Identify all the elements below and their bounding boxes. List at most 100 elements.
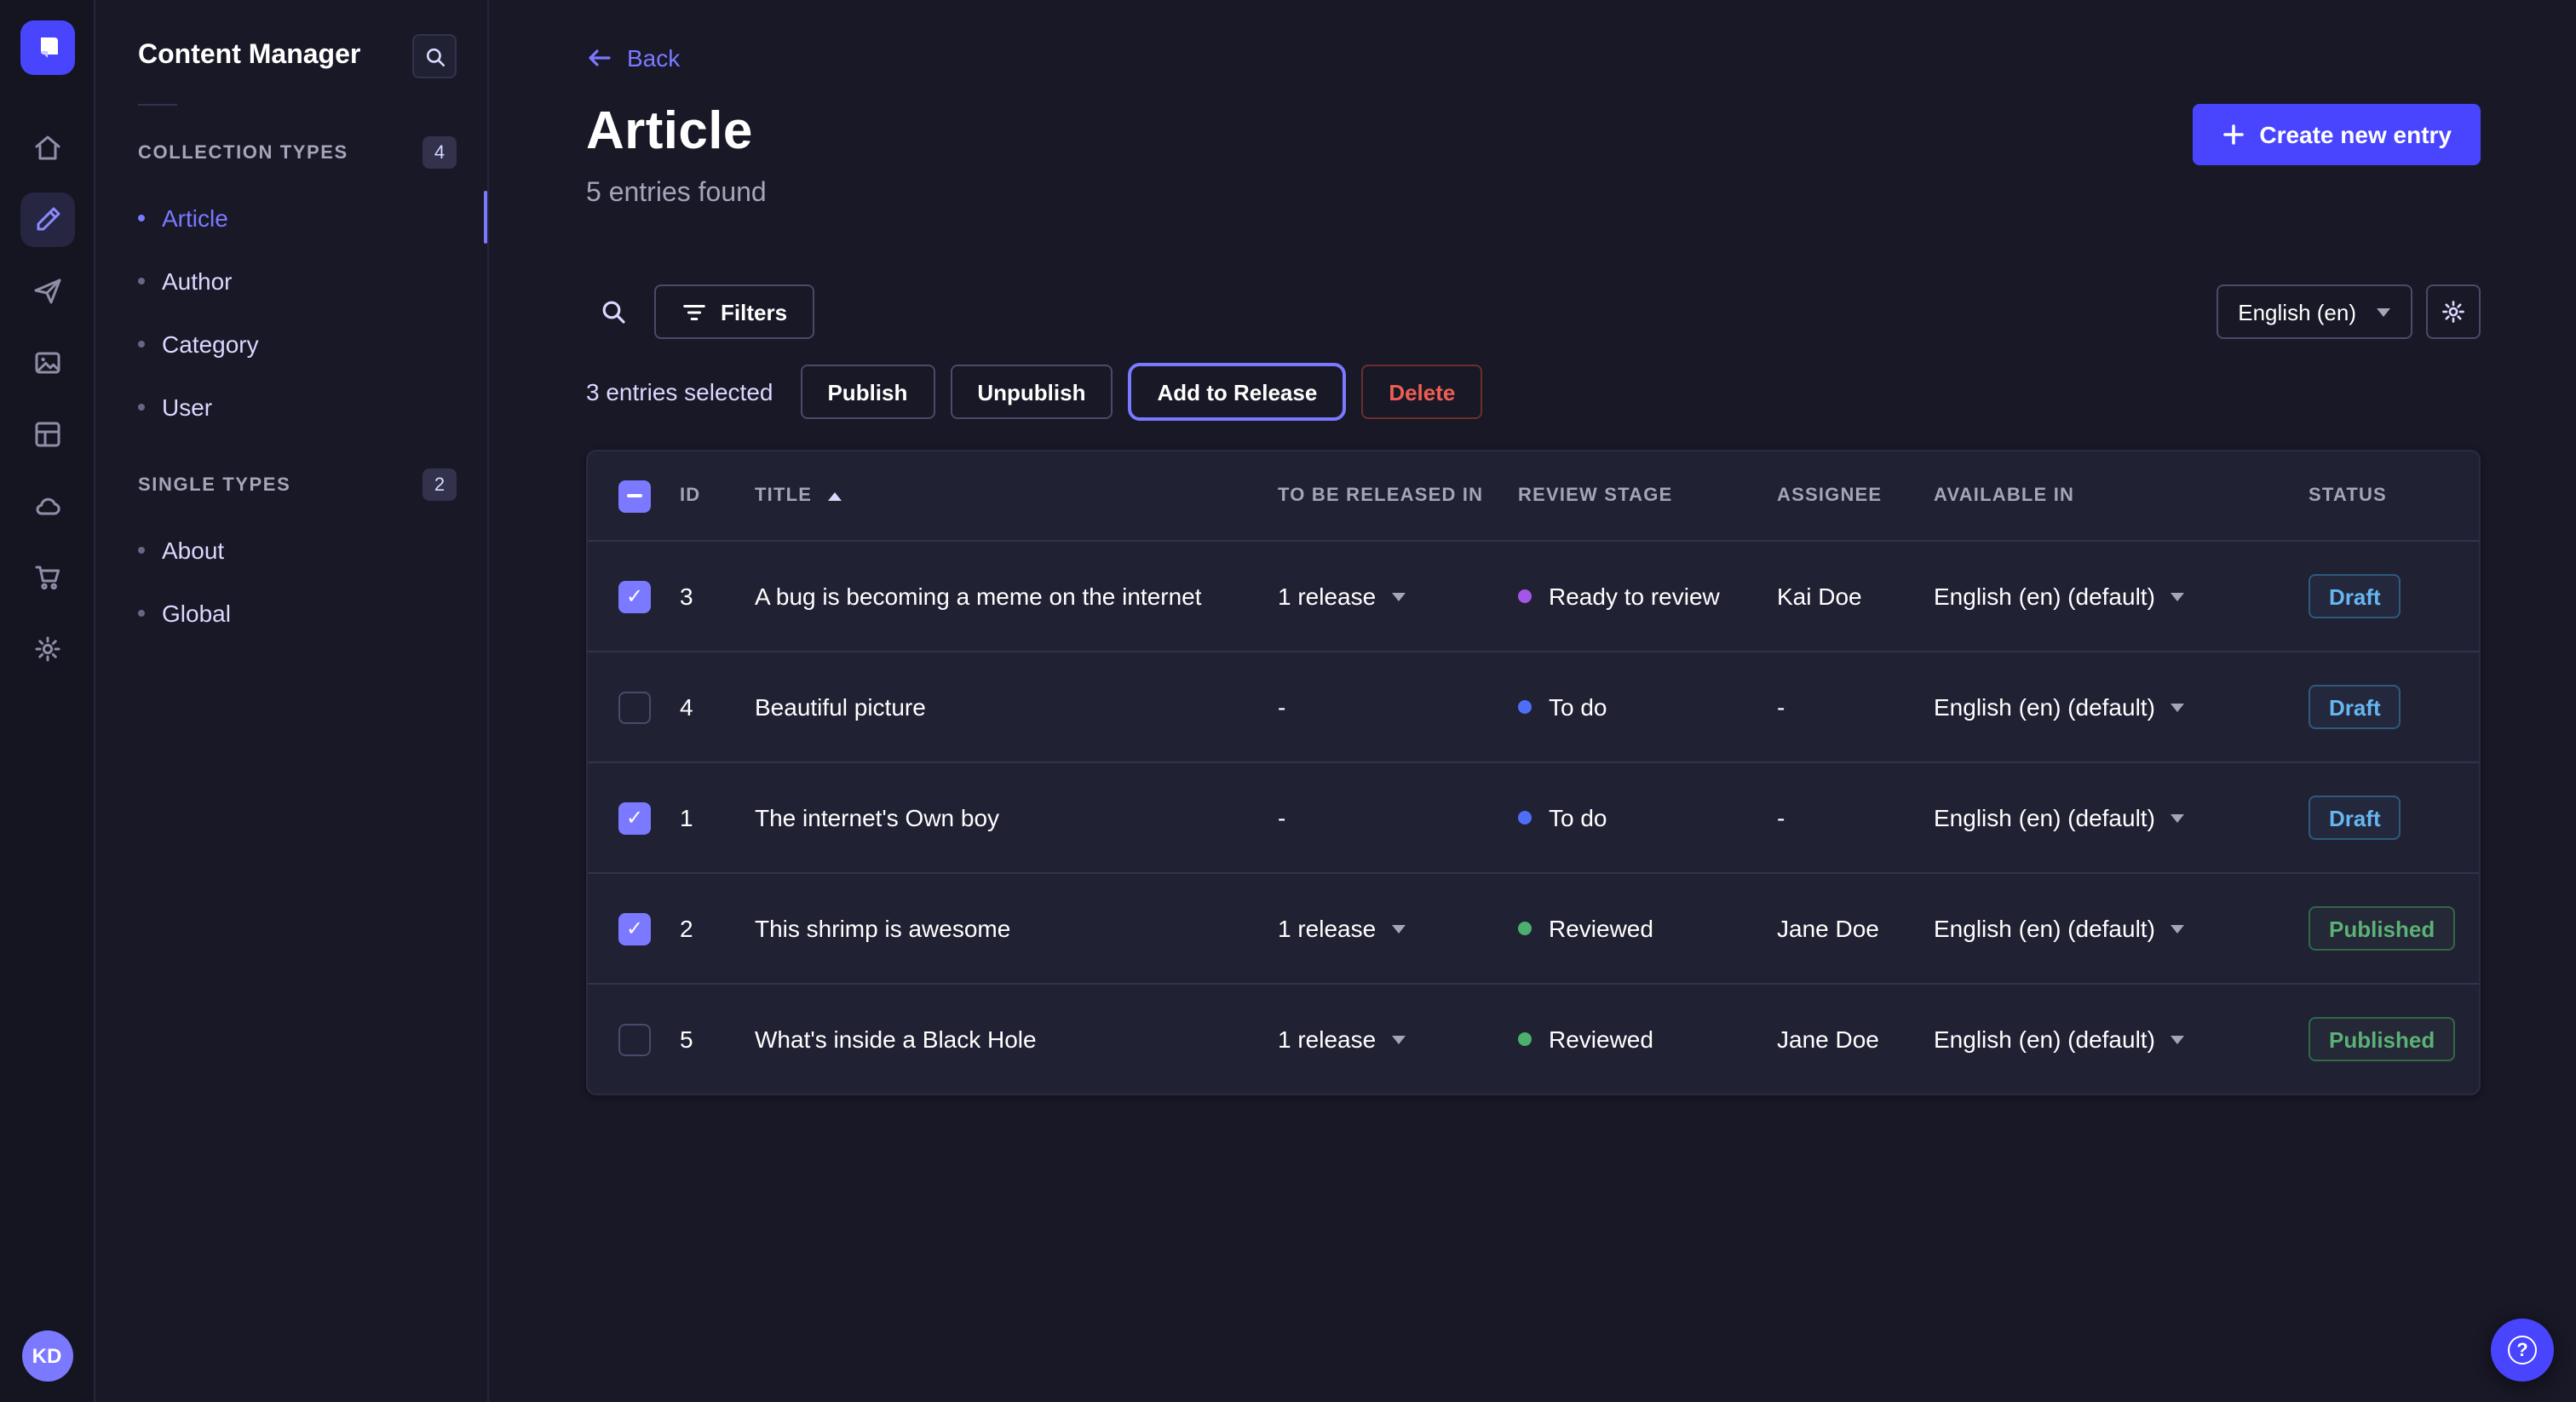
status-badge: Draft (2309, 574, 2401, 618)
sidebar-item-author[interactable]: Author (95, 249, 487, 312)
column-header-release: TO BE RELEASED IN (1278, 486, 1518, 506)
strapi-logo-glyph (33, 34, 60, 61)
cell-assignee: - (1777, 693, 1934, 721)
home-icon[interactable] (20, 121, 74, 175)
view-settings-button[interactable] (2426, 284, 2481, 339)
cell-id: 4 (680, 693, 755, 721)
bullet-icon (138, 214, 145, 221)
strapi-logo[interactable] (20, 20, 74, 75)
media-library-icon[interactable] (20, 336, 74, 390)
user-avatar[interactable]: KD (21, 1330, 72, 1382)
table-row[interactable]: 3 A bug is becoming a meme on the intern… (588, 540, 2479, 651)
search-button[interactable] (586, 284, 641, 339)
content-type-builder-icon[interactable] (20, 407, 74, 462)
back-link[interactable]: Back (586, 44, 680, 72)
stage-dot (1518, 1032, 1532, 1046)
back-arrow-icon (586, 44, 613, 72)
table-row[interactable]: 2 This shrimp is awesome 1 release Revie… (588, 872, 2479, 983)
release-value: - (1278, 693, 1285, 721)
sort-ascending-icon (827, 491, 841, 500)
content-manager-icon[interactable] (20, 192, 74, 247)
settings-icon[interactable] (20, 622, 74, 676)
table-row[interactable]: 1 The internet's Own boy - To do - Engli… (588, 761, 2479, 872)
cell-assignee: Jane Doe (1777, 1026, 1934, 1053)
cloud-icon[interactable] (20, 479, 74, 533)
status-badge: Published (2309, 1017, 2455, 1061)
row-checkbox[interactable] (618, 912, 651, 945)
cell-title: What's inside a Black Hole (755, 1026, 1278, 1053)
stage-dot (1518, 922, 1532, 935)
sidebar-item-user[interactable]: User (95, 375, 487, 438)
cell-release[interactable]: 1 release (1278, 583, 1518, 610)
locale-value: English (en) (default) (1934, 583, 2155, 610)
cell-release: - (1278, 804, 1518, 831)
cell-locale[interactable]: English (en) (default) (1934, 693, 2309, 721)
filters-button[interactable]: Filters (654, 284, 814, 339)
column-header-review-stage: REVIEW STAGE (1518, 486, 1777, 506)
table-row[interactable]: 5 What's inside a Black Hole 1 release R… (588, 983, 2479, 1094)
help-button[interactable]: ? (2491, 1319, 2554, 1382)
chevron-down-icon (2171, 813, 2184, 822)
cell-id: 3 (680, 583, 755, 610)
unpublish-button[interactable]: Unpublish (950, 365, 1113, 419)
cell-assignee: Kai Doe (1777, 583, 1934, 610)
cell-locale[interactable]: English (en) (default) (1934, 583, 2309, 610)
create-new-entry-button[interactable]: Create new entry (2193, 104, 2481, 165)
sidebar-item-article[interactable]: Article (95, 186, 487, 249)
cell-id: 1 (680, 804, 755, 831)
publish-button[interactable]: Publish (800, 365, 934, 419)
locale-select[interactable]: English (en) (2216, 284, 2412, 339)
sidebar-item-about[interactable]: About (95, 518, 487, 581)
selection-bar: 3 entries selected Publish Unpublish Add… (586, 363, 2481, 421)
cell-locale[interactable]: English (en) (default) (1934, 1026, 2309, 1053)
table-row[interactable]: 4 Beautiful picture - To do - English (e… (588, 651, 2479, 761)
locale-value: English (en) (default) (1934, 1026, 2155, 1053)
marketplace-icon[interactable] (20, 550, 74, 605)
cell-locale[interactable]: English (en) (default) (1934, 915, 2309, 942)
row-checkbox[interactable] (618, 1023, 651, 1055)
bullet-icon (138, 403, 145, 410)
stage-dot (1518, 589, 1532, 603)
publish-label: Publish (827, 379, 907, 405)
cell-title: A bug is becoming a meme on the internet (755, 583, 1278, 610)
filter-icon (681, 299, 707, 325)
cell-release[interactable]: 1 release (1278, 915, 1518, 942)
column-header-assignee: ASSIGNEE (1777, 486, 1934, 506)
column-header-id: ID (680, 486, 755, 506)
bullet-icon (138, 340, 145, 347)
single-types-section: SINGLE TYPES 2 About Global (95, 458, 487, 644)
gear-icon (2440, 298, 2467, 325)
bullet-icon (138, 609, 145, 616)
cell-title: This shrimp is awesome (755, 915, 1278, 942)
column-header-status: STATUS (2309, 486, 2479, 506)
sidebar-item-category[interactable]: Category (95, 312, 487, 375)
sidebar-item-global[interactable]: Global (95, 581, 487, 644)
cell-release[interactable]: 1 release (1278, 1026, 1518, 1053)
chevron-down-icon (2171, 592, 2184, 600)
release-value: - (1278, 804, 1285, 831)
locale-value: English (en) (default) (1934, 804, 2155, 831)
cell-release: - (1278, 693, 1518, 721)
unpublish-label: Unpublish (977, 379, 1085, 405)
row-checkbox[interactable] (618, 580, 651, 612)
locale-value: English (en) (default) (1934, 915, 2155, 942)
column-header-title[interactable]: TITLE (755, 486, 1278, 506)
entries-table: ID TITLE TO BE RELEASED IN REVIEW STAGE … (586, 450, 2481, 1095)
sidebar-item-label: Article (162, 204, 228, 231)
releases-icon[interactable] (20, 264, 74, 319)
add-to-release-button[interactable]: Add to Release (1128, 363, 1346, 421)
cell-review-stage: Reviewed (1518, 1026, 1777, 1053)
row-checkbox[interactable] (618, 691, 651, 723)
stage-label: Reviewed (1549, 1026, 1653, 1053)
delete-button[interactable]: Delete (1361, 365, 1482, 419)
entries-count-subtitle: 5 entries found (586, 179, 767, 210)
status-badge: Draft (2309, 796, 2401, 840)
sidebar-divider (138, 104, 177, 106)
cell-id: 2 (680, 915, 755, 942)
row-checkbox[interactable] (618, 802, 651, 834)
cell-locale[interactable]: English (en) (default) (1934, 804, 2309, 831)
sidebar-search-button[interactable] (412, 34, 457, 78)
select-all-checkbox[interactable] (618, 480, 651, 512)
stage-label: To do (1549, 693, 1607, 721)
page-title: Article (586, 101, 767, 162)
